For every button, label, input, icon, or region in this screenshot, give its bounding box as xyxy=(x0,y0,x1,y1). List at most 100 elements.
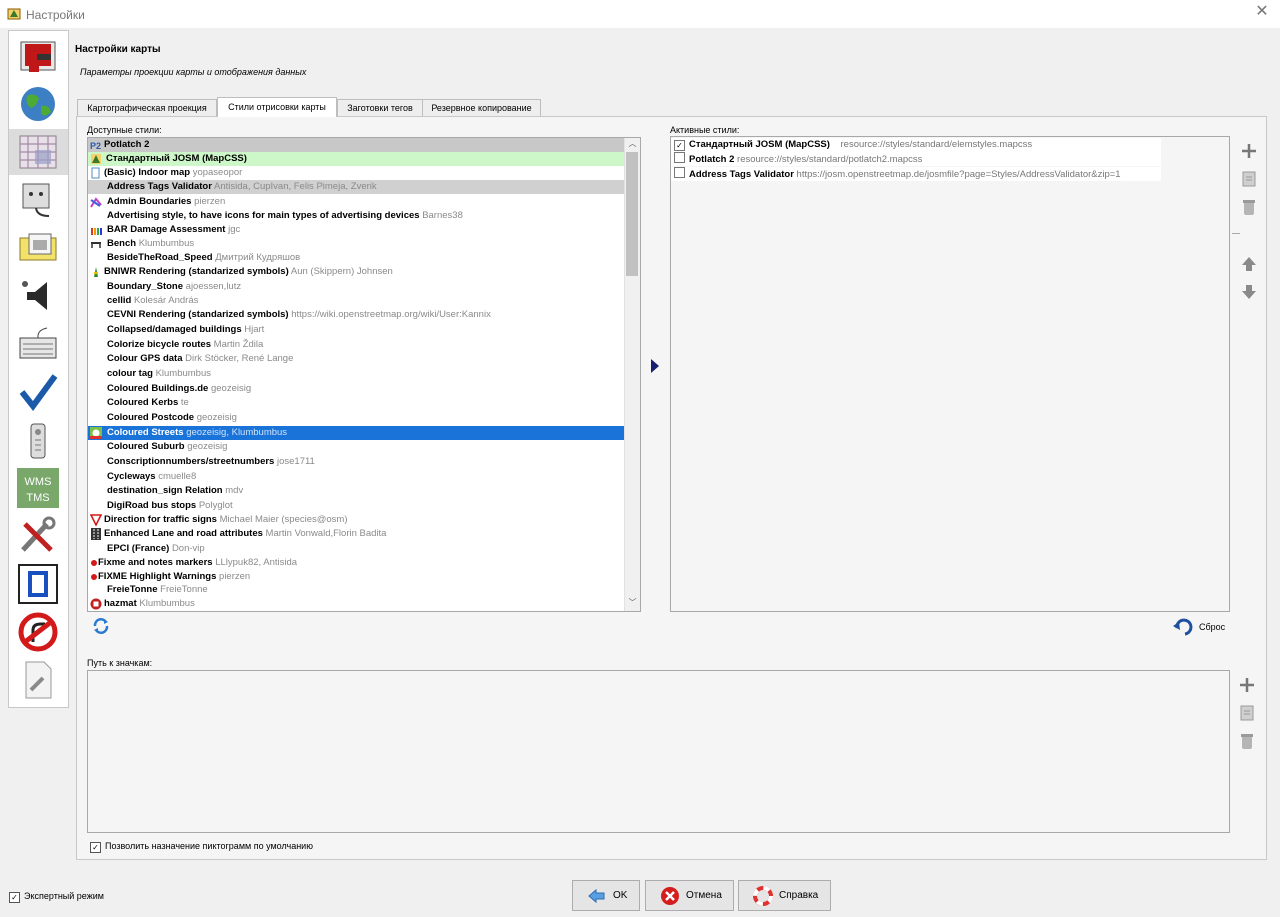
pane-subtitle: Параметры проекции карты и отображения д… xyxy=(80,67,307,77)
separator xyxy=(1232,233,1240,234)
list-item-selected[interactable]: Coloured Streets geozeisig, Klumbumbus xyxy=(88,426,624,440)
paint-brush-icon xyxy=(20,41,56,72)
sidebar-item-connection[interactable] xyxy=(9,81,68,127)
move-up-icon[interactable] xyxy=(1240,255,1258,273)
list-item[interactable]: Address Tags Validator https://josm.open… xyxy=(671,167,1161,181)
list-item[interactable]: CEVNI Rendering (standarized symbols) ht… xyxy=(88,308,624,322)
list-item[interactable]: FIXME Highlight Warnings pierzen xyxy=(88,570,624,584)
activate-style-arrow-icon[interactable] xyxy=(651,359,659,373)
list-scrollbar[interactable]: ︿ ﹀ xyxy=(624,138,640,611)
icon-paths-list[interactable] xyxy=(87,670,1230,833)
close-icon[interactable]: ✕ xyxy=(1254,4,1270,20)
list-item[interactable]: hazmat Klumbumbus xyxy=(88,597,624,611)
title-bar: Настройки ✕ xyxy=(0,0,1280,28)
sidebar-item-map[interactable] xyxy=(9,129,68,175)
sidebar-item-imagery[interactable]: WMS TMS xyxy=(9,465,68,511)
remote-control-icon xyxy=(30,423,46,459)
page-icon xyxy=(91,167,100,179)
list-item[interactable]: Coloured Suburb geozeisig xyxy=(88,440,624,454)
window-title: Настройки xyxy=(26,8,85,22)
speaker-icon xyxy=(22,281,47,310)
style-checkbox[interactable] xyxy=(674,152,685,163)
expert-mode-checkbox[interactable]: ✓ Экспертный режим xyxy=(9,890,104,903)
p2-icon: P2 xyxy=(90,141,101,151)
no-turn-sign-icon xyxy=(18,612,58,652)
scroll-down-icon[interactable]: ﹀ xyxy=(627,597,638,609)
sidebar-item-plugins[interactable] xyxy=(9,177,68,223)
list-item[interactable]: FreieTonne FreieTonne xyxy=(88,583,624,597)
refresh-icon[interactable] xyxy=(92,617,110,635)
sidebar-item-shortcuts[interactable] xyxy=(9,321,68,367)
list-item[interactable]: Coloured Postcode geozeisig xyxy=(88,411,624,425)
add-icon[interactable] xyxy=(1238,676,1256,694)
folders-icon xyxy=(19,233,57,261)
list-item[interactable]: Collapsed/damaged buildings Hjart xyxy=(88,323,624,337)
list-item[interactable]: Admin Boundaries pierzen xyxy=(88,195,624,209)
sidebar-item-advanced[interactable] xyxy=(9,513,68,559)
add-icon[interactable] xyxy=(1240,142,1258,160)
list-item[interactable]: Advertising style, to have icons for mai… xyxy=(88,209,624,223)
list-item[interactable]: Enhanced Lane and road attributes Martin… xyxy=(88,527,624,541)
list-item[interactable]: Bench Klumbumbus xyxy=(88,237,624,251)
svg-text:WMS: WMS xyxy=(25,476,52,488)
list-item[interactable]: ✓ Стандартный JOSM (MapCSS) resource://st… xyxy=(671,138,1161,152)
preferences-sidebar: WMS TMS xyxy=(8,30,69,708)
list-item[interactable]: Conscriptionnumbers/streetnumbers jose17… xyxy=(88,455,624,469)
list-item[interactable]: DigiRoad bus stops Polyglot xyxy=(88,499,624,513)
tab-tagging-presets[interactable]: Заготовки тегов xyxy=(337,99,423,116)
available-styles-list[interactable]: P2 Potlatch 2 Стандартный JOSM (MapCSS) … xyxy=(87,137,641,612)
list-item[interactable]: Potlatch 2 resource://styles/standard/po… xyxy=(671,152,1161,166)
sidebar-item-validator[interactable] xyxy=(9,369,68,415)
josm-app-icon xyxy=(7,8,21,20)
lanes-icon xyxy=(91,528,101,540)
list-item[interactable]: destination_sign Relation mdv xyxy=(88,484,624,498)
tab-projection[interactable]: Картографическая проекция xyxy=(77,99,217,116)
list-item[interactable]: Fixme and notes markers LLlypuk82, Antis… xyxy=(88,556,624,570)
bench-icon xyxy=(91,242,101,248)
sidebar-item-projection[interactable] xyxy=(9,561,68,607)
list-item[interactable]: P2 Potlatch 2 xyxy=(88,138,624,152)
list-item[interactable]: Cycleways cmuelle8 xyxy=(88,470,624,484)
cancel-button[interactable]: Отмена xyxy=(645,880,734,911)
icon-paths-label: Путь к значкам: xyxy=(87,658,153,668)
list-item[interactable]: Direction for traffic signs Michael Maie… xyxy=(88,513,624,527)
document-wrench-icon xyxy=(25,661,52,699)
list-item[interactable]: colour tag Klumbumbus xyxy=(88,367,624,381)
trash-icon[interactable] xyxy=(1238,732,1256,750)
active-styles-list[interactable]: ✓ Стандартный JOSM (MapCSS) resource://st… xyxy=(670,136,1230,612)
sidebar-item-audio[interactable] xyxy=(9,273,68,319)
sidebar-item-extra[interactable] xyxy=(9,657,68,703)
list-item[interactable]: cellid Kolesár András xyxy=(88,294,624,308)
list-item[interactable]: Coloured Kerbs te xyxy=(88,396,624,410)
list-item[interactable]: (Basic) Indoor map yopaseopor xyxy=(88,166,624,180)
list-item[interactable]: BesideTheRoad_Speed Дмитрий Кудряшов xyxy=(88,251,624,265)
sidebar-item-remote[interactable] xyxy=(9,225,68,271)
style-checkbox[interactable] xyxy=(674,167,685,178)
sidebar-item-remote-control[interactable] xyxy=(9,417,68,463)
move-down-icon[interactable] xyxy=(1240,283,1258,301)
help-button[interactable]: Справка xyxy=(738,880,831,911)
style-checkbox[interactable]: ✓ xyxy=(674,140,685,151)
ok-button[interactable]: OK xyxy=(572,880,640,911)
wms-tms-icon: WMS TMS xyxy=(17,468,59,508)
trash-icon[interactable] xyxy=(1240,198,1258,216)
list-item[interactable]: Boundary_Stone ajoessen,lutz xyxy=(88,280,624,294)
bars-icon xyxy=(91,228,102,235)
list-item[interactable]: BNIWR Rendering (standarized symbols) Au… xyxy=(88,265,624,279)
default-icons-checkbox[interactable]: ✓ Позволить назначение пиктограмм по умол… xyxy=(90,840,313,853)
sidebar-item-display[interactable] xyxy=(9,33,68,79)
tab-backup[interactable]: Резервное копирование xyxy=(422,99,541,116)
scroll-up-icon[interactable]: ︿ xyxy=(627,138,638,150)
list-item[interactable]: Стандартный JOSM (MapCSS) xyxy=(88,152,624,166)
scroll-thumb[interactable] xyxy=(626,152,638,276)
list-item[interactable]: Address Tags Validator Antisida, CupIvan… xyxy=(88,180,624,194)
list-item[interactable]: Colour GPS data Dirk Stöcker, René Lange xyxy=(88,352,624,366)
list-item[interactable]: Coloured Buildings.de geozeisig xyxy=(88,382,624,396)
sidebar-item-turn-restrictions[interactable] xyxy=(9,609,68,655)
list-item[interactable]: BAR Damage Assessment jgc xyxy=(88,223,624,237)
list-item[interactable]: EPCI (France) Don-vip xyxy=(88,542,624,556)
edit-icon[interactable] xyxy=(1238,704,1256,722)
tab-map-paint-styles[interactable]: Стили отрисовки карты xyxy=(217,97,337,117)
edit-icon[interactable] xyxy=(1240,170,1258,188)
list-item[interactable]: Colorize bicycle routes Martin Ždila xyxy=(88,338,624,352)
